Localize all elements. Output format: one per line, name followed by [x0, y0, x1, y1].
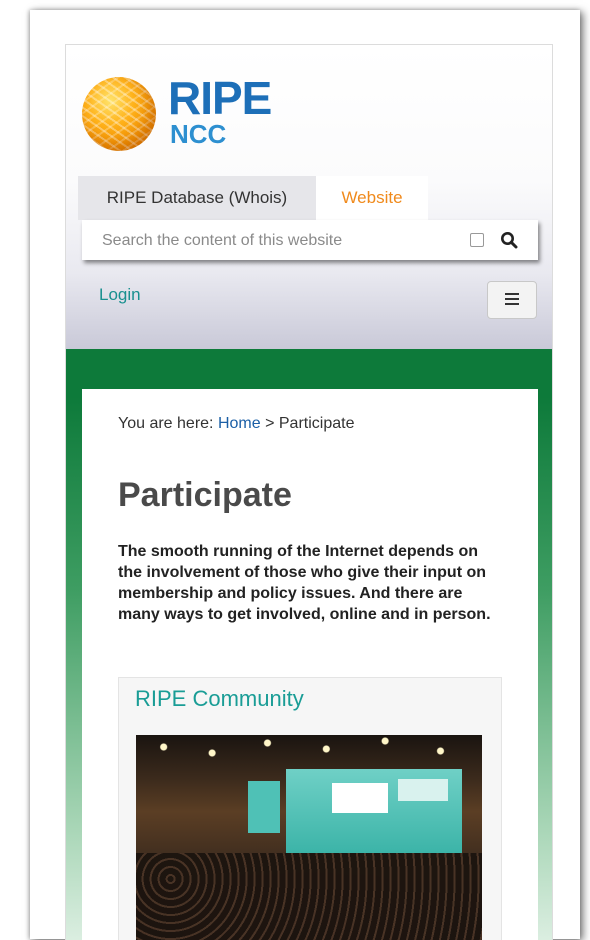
- login-link[interactable]: Login: [99, 285, 141, 305]
- hamburger-menu-icon: [505, 293, 519, 295]
- page: RIPE NCC RIPE Database (Whois) Website L…: [65, 44, 553, 940]
- breadcrumb: You are here: Home > Participate: [118, 415, 354, 433]
- logo-primary-text: RIPE: [168, 72, 272, 124]
- search-input[interactable]: [100, 220, 464, 262]
- ripe-ncc-logo[interactable]: RIPE NCC: [82, 73, 272, 153]
- breadcrumb-current: Participate: [278, 415, 355, 432]
- globe-logo-icon: [82, 77, 156, 151]
- audience: [136, 853, 482, 940]
- main-content: You are here: Home > Participate Partici…: [82, 389, 538, 940]
- logo-secondary-text: NCC: [170, 119, 227, 149]
- menu-button[interactable]: [487, 281, 537, 319]
- presentation-screen: [286, 769, 462, 853]
- search-icon[interactable]: [500, 231, 518, 249]
- breadcrumb-prefix: You are here:: [118, 415, 214, 432]
- search-bar: [82, 220, 538, 262]
- intro-text: The smooth running of the Internet depen…: [118, 543, 491, 623]
- breadcrumb-home-link[interactable]: Home: [218, 415, 261, 432]
- conference-hall-photo[interactable]: [136, 735, 482, 940]
- search-scope-checkbox[interactable]: [470, 233, 484, 247]
- ripe-community-heading[interactable]: RIPE Community: [135, 684, 304, 714]
- site-header: RIPE NCC RIPE Database (Whois) Website L…: [66, 45, 552, 349]
- breadcrumb-separator: >: [265, 415, 275, 432]
- ripe-community-card: RIPE Community: [118, 677, 502, 940]
- page-title: Participate: [118, 476, 292, 514]
- tab-website[interactable]: Website: [316, 176, 428, 220]
- tab-ripe-database[interactable]: RIPE Database (Whois): [78, 176, 316, 220]
